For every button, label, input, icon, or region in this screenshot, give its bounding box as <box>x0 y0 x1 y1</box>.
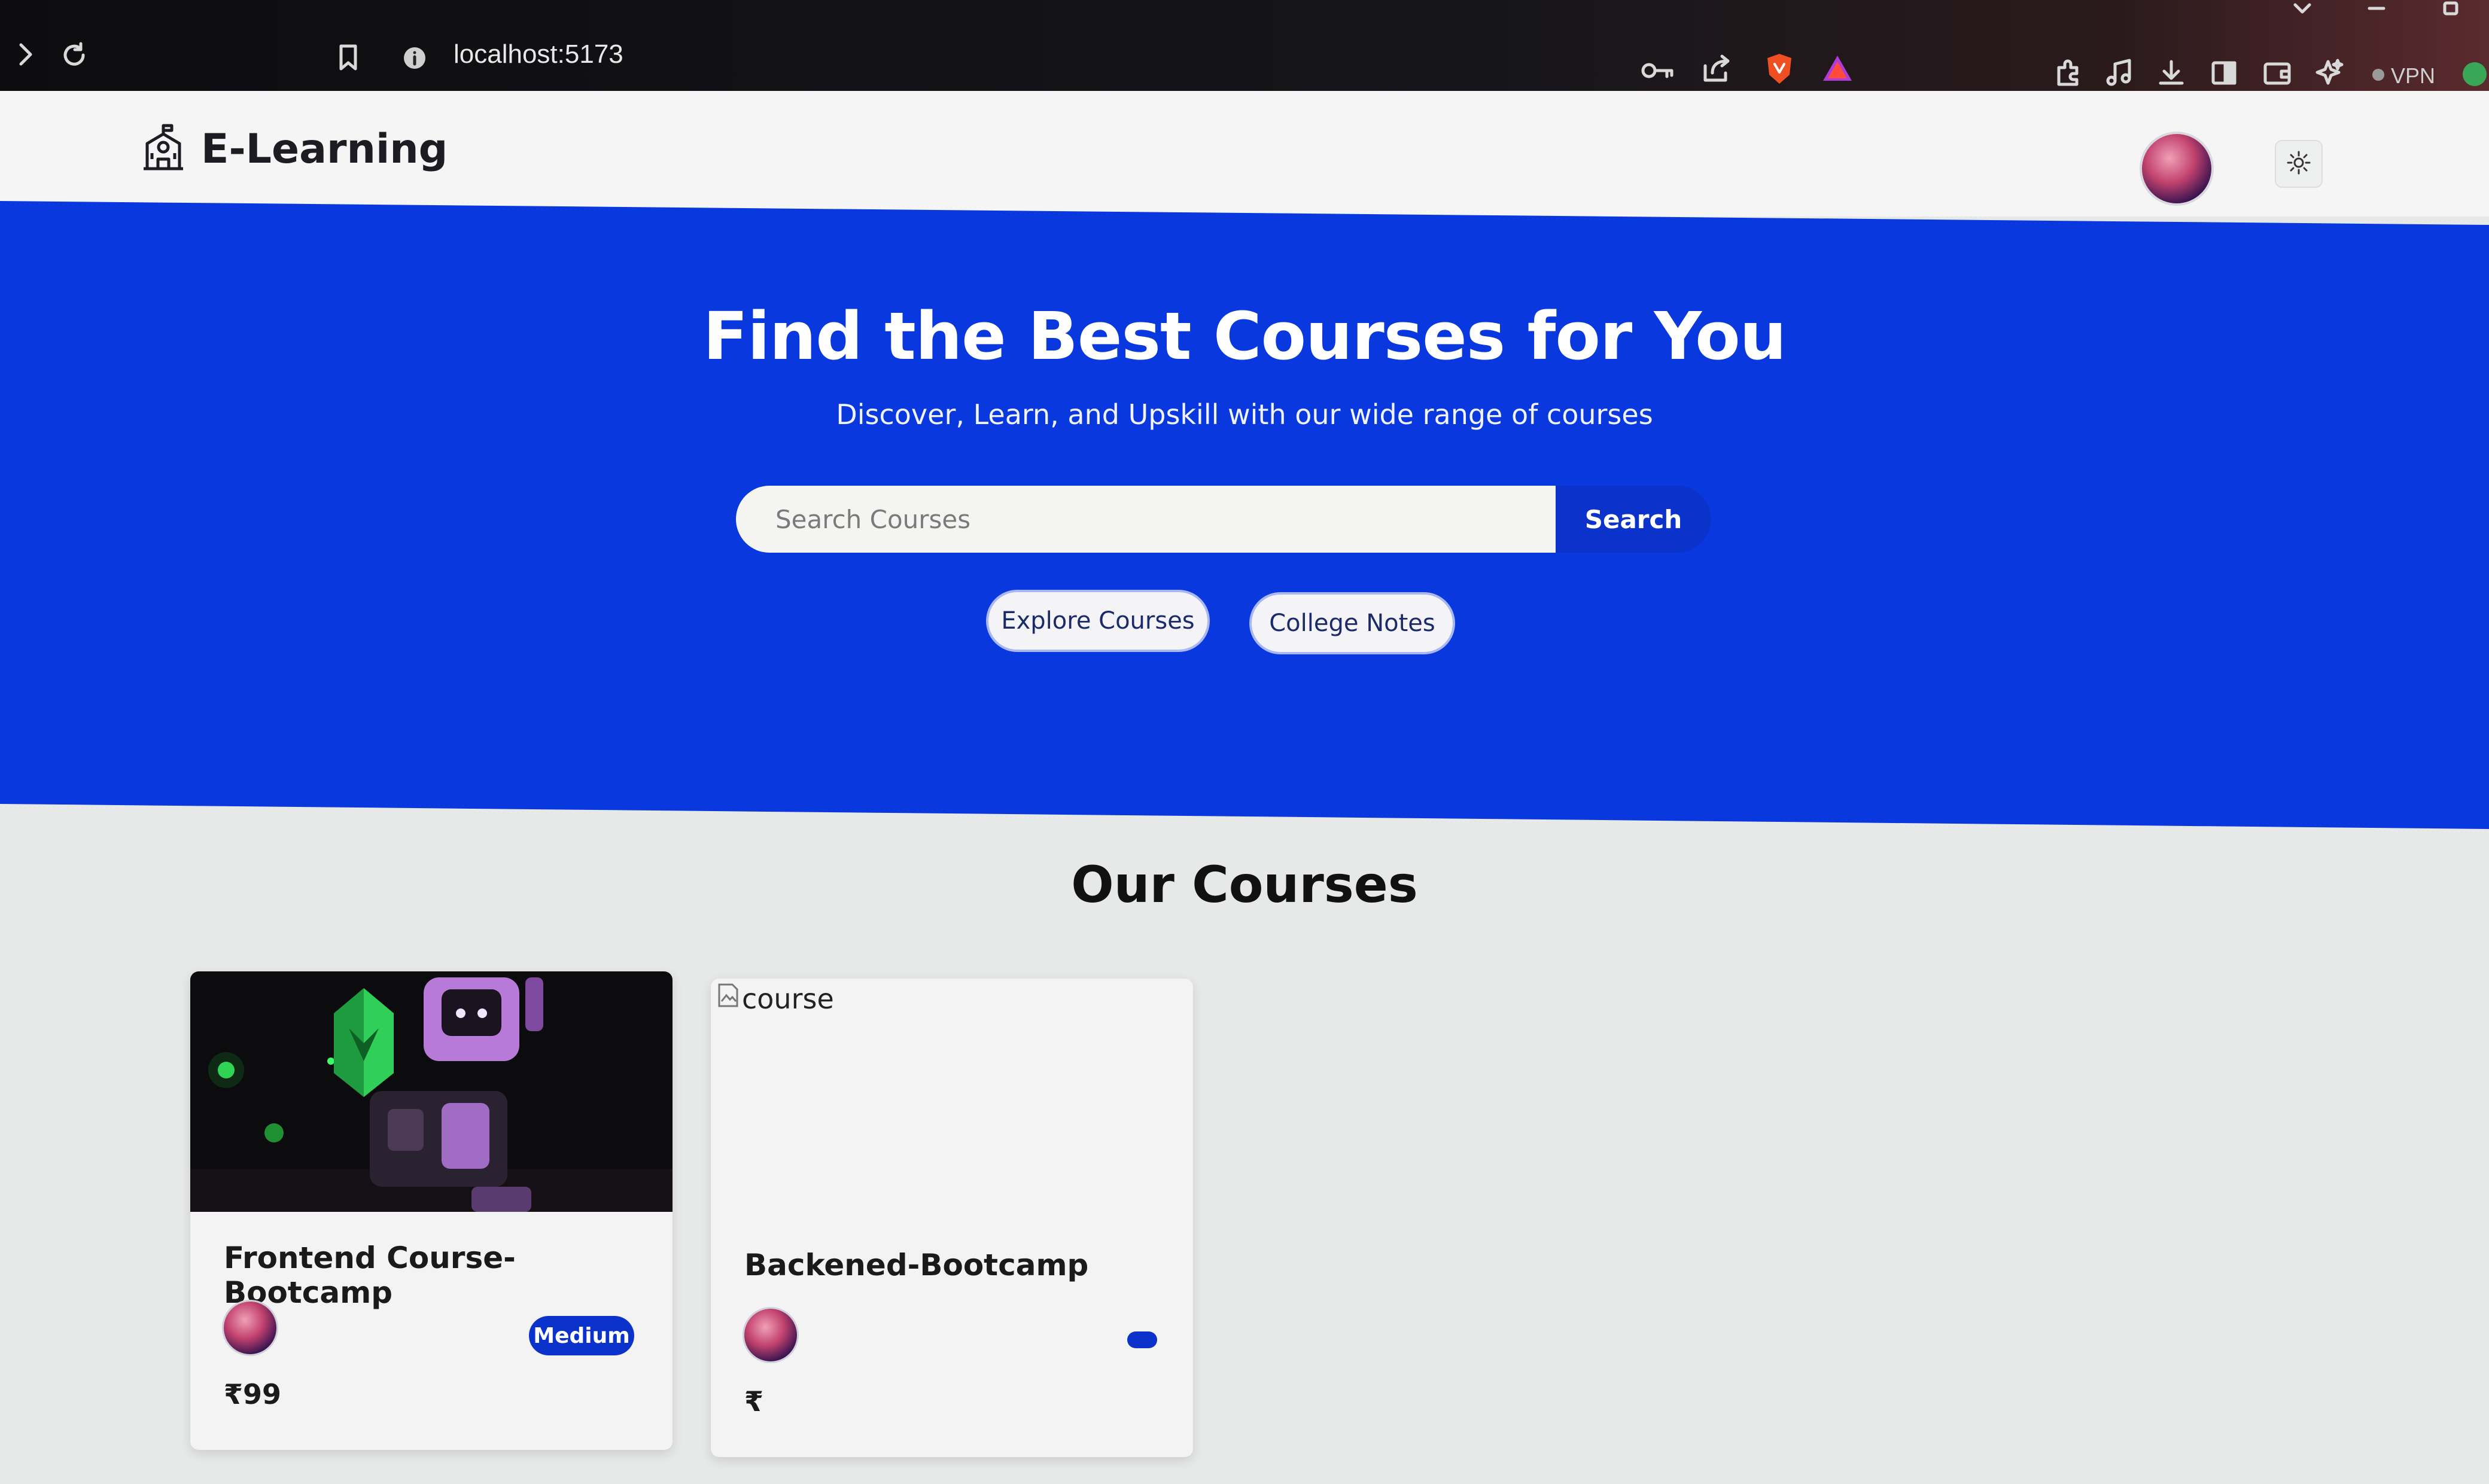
key-icon[interactable] <box>1641 57 1674 84</box>
course-title: Frontend Course-Bootcamp <box>224 1241 516 1310</box>
school-icon <box>139 123 188 175</box>
instructor-avatar <box>744 1309 797 1361</box>
hero-subtitle: Discover, Learn, and Upskill with our wi… <box>836 398 1653 431</box>
site-info-icon[interactable] <box>401 44 428 72</box>
brave-rewards-icon[interactable] <box>1820 53 1855 84</box>
course-title: Backened-Bootcamp <box>744 1248 1089 1282</box>
course-card[interactable]: Frontend Course-Bootcamp Medium ₹99 <box>190 971 673 1450</box>
extensions-icon[interactable] <box>2052 56 2083 87</box>
broken-image-icon <box>716 982 740 1015</box>
restore-icon[interactable] <box>2438 0 2464 18</box>
level-badge: Medium <box>529 1316 634 1355</box>
image-alt-text: course <box>742 982 834 1015</box>
level-badge <box>1127 1331 1157 1348</box>
explore-courses-button[interactable]: Explore Courses <box>986 590 1210 652</box>
course-price: ₹ <box>744 1385 764 1418</box>
course-thumbnail <box>190 971 673 1212</box>
brand-name: E-Learning <box>201 126 448 173</box>
search-button[interactable]: Search <box>1556 486 1711 553</box>
vpn-label[interactable]: VPN <box>2391 63 2435 89</box>
share-icon[interactable] <box>1699 51 1733 85</box>
search-bar: Search <box>736 486 1711 557</box>
instructor-avatar <box>224 1302 276 1354</box>
hero-title: Find the Best Courses for You <box>703 298 1787 374</box>
course-price: ₹99 <box>224 1378 282 1410</box>
download-icon[interactable] <box>2156 57 2186 87</box>
bookmark-icon[interactable] <box>335 42 361 73</box>
wallet-icon[interactable] <box>2262 59 2293 87</box>
vpn-icon <box>2371 67 2386 83</box>
sidebar-icon[interactable] <box>2209 59 2239 87</box>
navbar: E-Learning <box>0 91 2489 217</box>
user-avatar[interactable] <box>2142 134 2211 203</box>
minimize-icon[interactable] <box>2363 0 2390 18</box>
reload-icon[interactable] <box>57 38 91 72</box>
courses-heading: Our Courses <box>1071 855 1418 914</box>
leo-ai-icon[interactable] <box>2314 57 2344 87</box>
search-input[interactable] <box>736 486 1556 553</box>
broken-image-placeholder: course <box>716 982 834 1015</box>
brave-shield-icon[interactable] <box>1764 51 1795 86</box>
forward-icon[interactable] <box>12 39 38 69</box>
theme-toggle-button[interactable] <box>2275 140 2323 188</box>
brand-logo[interactable]: E-Learning <box>139 123 448 175</box>
sun-icon <box>2286 150 2312 179</box>
media-icon[interactable] <box>2105 57 2134 87</box>
chevron-down-icon[interactable] <box>2289 0 2315 18</box>
extension-status-icon[interactable] <box>2460 60 2489 89</box>
course-card[interactable]: course Backened-Bootcamp ₹ <box>711 979 1193 1457</box>
address-bar[interactable]: localhost:5173 <box>454 39 623 69</box>
hero-section: Find the Best Courses for You Discover, … <box>0 201 2489 829</box>
college-notes-button[interactable]: College Notes <box>1249 592 1455 654</box>
